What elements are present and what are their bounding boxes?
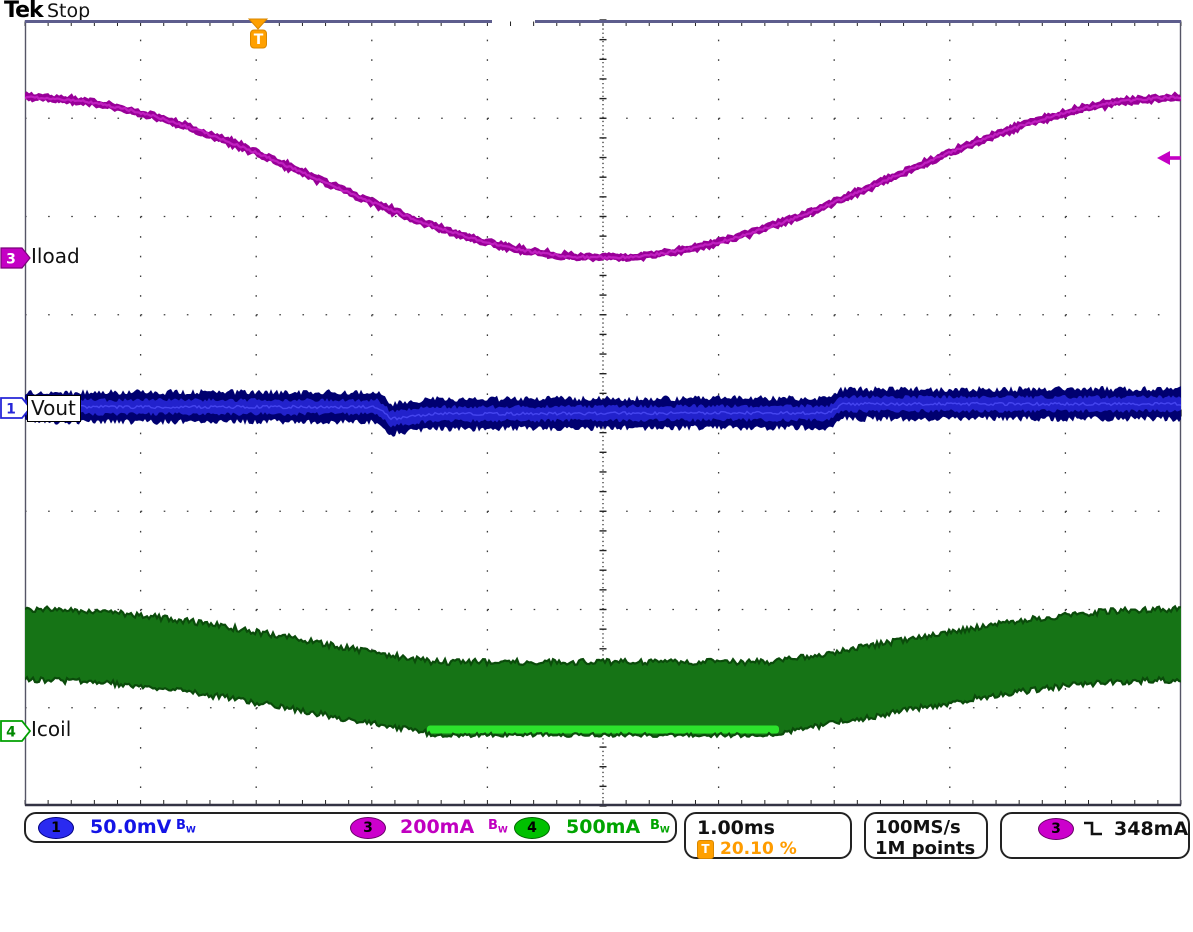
timebase-value: 1.00ms (697, 817, 775, 839)
channel3-number: 3 (6, 252, 16, 268)
channel4-scale: 500mA (566, 816, 640, 838)
record-length: 1M points (875, 838, 975, 859)
trigger-source-badge: 3 (1038, 818, 1074, 840)
sample-rate: 100MS/s (875, 817, 961, 838)
trigger-t-badge: T (697, 840, 714, 859)
oscilloscope-screen: Tek Stop T 3 1 4 Iload Vout Icoil 1 50.0… (0, 0, 1193, 932)
waveform-display (0, 0, 1193, 932)
trace-label-vout: Vout (27, 395, 81, 422)
channel4-position-marker: 4 (0, 720, 32, 742)
channel3-bandwidth-icon: BW (488, 818, 508, 836)
channel4-number: 4 (6, 725, 16, 741)
channel3-scale: 200mA (400, 816, 474, 838)
trace-label-icoil: Icoil (31, 717, 71, 741)
trigger-level-marker (1155, 148, 1182, 168)
trigger-position-marker: T (247, 18, 270, 50)
channel4-bandwidth-icon: BW (650, 818, 670, 836)
trigger-level: 348mA (1114, 818, 1188, 840)
channel3-badge: 3 (350, 817, 386, 839)
channel3-position-marker: 3 (0, 247, 32, 269)
channel1-badge: 1 (38, 817, 74, 839)
acquisition-readout: 100MS/s 1M points (864, 812, 988, 859)
channel1-number: 1 (6, 402, 16, 418)
timebase-readout: 1.00ms T 20.10 % (684, 812, 852, 859)
channel1-bandwidth-icon: BW (176, 818, 196, 836)
channel-scales-readout: 1 50.0mV BW 3 200mA BW 4 500mA BW (24, 812, 677, 843)
trigger-position-percent: 20.10 % (720, 839, 797, 859)
channel1-scale: 50.0mV (90, 816, 171, 838)
trigger-t-glyph: T (254, 32, 264, 48)
trace-label-iload: Iload (31, 244, 80, 268)
falling-edge-icon (1082, 820, 1106, 838)
channel4-badge: 4 (514, 817, 550, 839)
trigger-readout: 3 348mA (1000, 812, 1190, 859)
